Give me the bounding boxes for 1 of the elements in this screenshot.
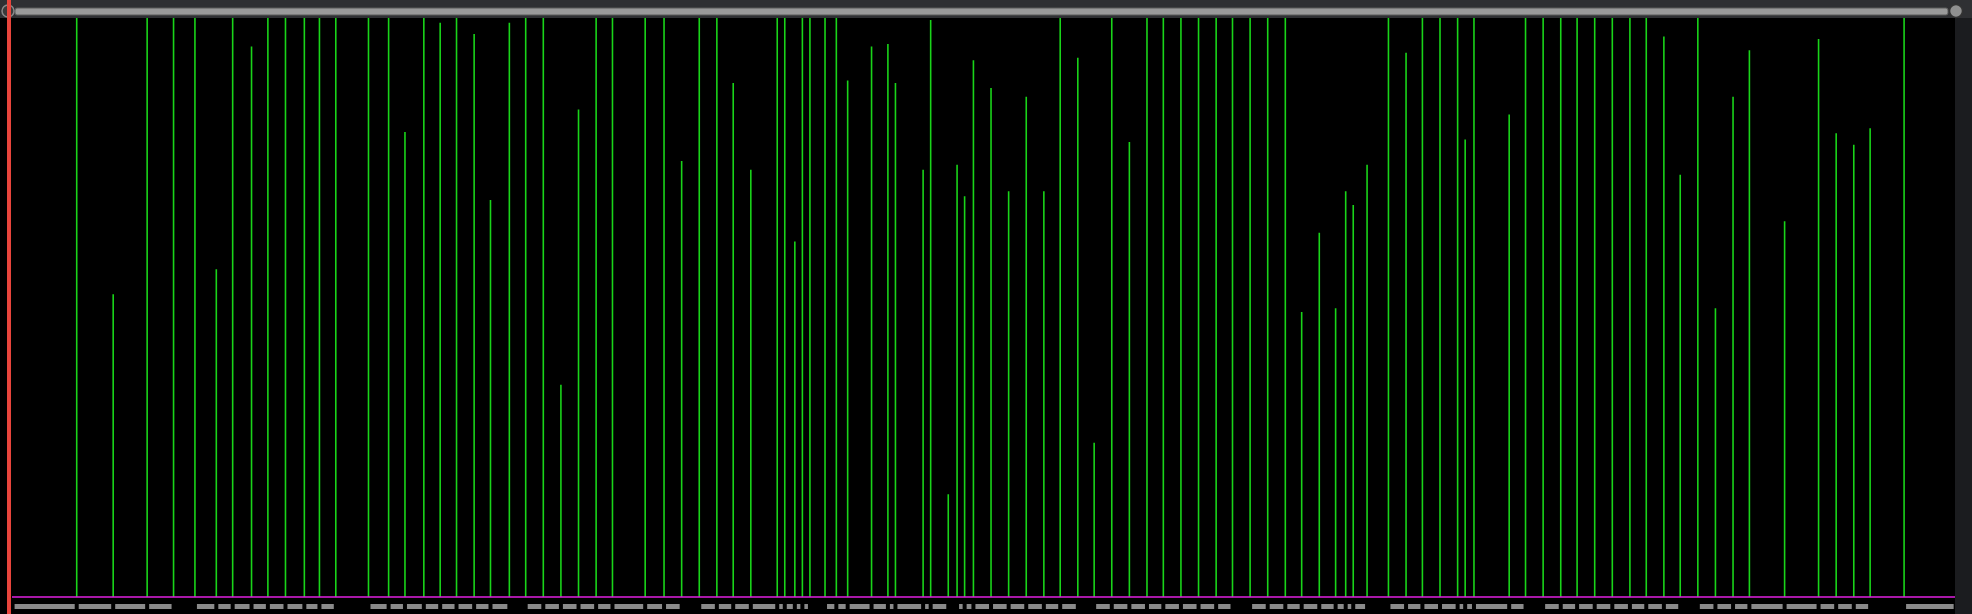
scrollbar[interactable]: [14, 7, 1949, 16]
